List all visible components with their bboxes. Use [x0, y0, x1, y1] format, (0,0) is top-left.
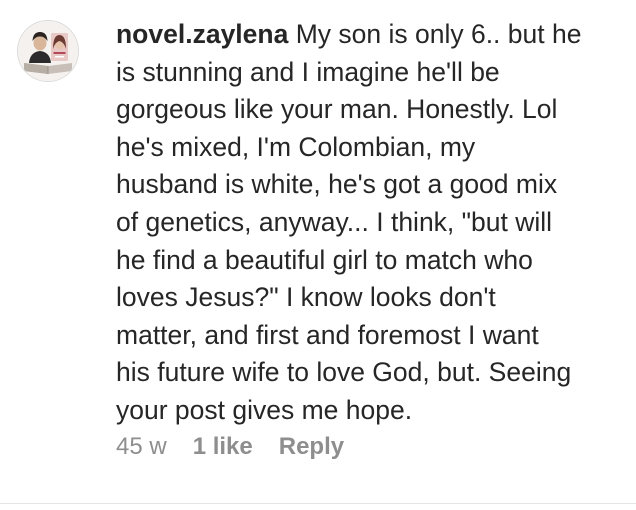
comment-line: is stunning and I imagine he'll be — [116, 56, 500, 87]
reply-button[interactable]: Reply — [279, 433, 344, 461]
profile-photo-couple-icon — [18, 21, 78, 81]
likes-count[interactable]: 1 like — [193, 433, 253, 461]
comment-body: novel.zaylena My son is only 6.. but he i… — [116, 16, 631, 430]
comment-line: your post gives me hope. — [116, 394, 413, 425]
username-link[interactable]: novel.zaylena — [116, 19, 288, 49]
comment-item: novel.zaylena My son is only 6.. but he i… — [0, 0, 636, 504]
comment-line: he find a beautiful girl to match who — [116, 244, 533, 275]
comment-line: My son is only 6.. but he — [295, 19, 582, 49]
comment-line: he's mixed, I'm Colombian, my — [116, 131, 476, 162]
divider — [0, 503, 636, 504]
avatar[interactable] — [17, 20, 79, 82]
comment-text: novel.zaylena My son is only 6.. but he i… — [116, 16, 631, 430]
comment-line: loves Jesus?" I know looks don't — [116, 282, 496, 313]
comment-line: husband is white, he's got a good mix — [116, 169, 558, 200]
comment-meta: 45 w 1 like Reply — [116, 430, 344, 464]
comment-line: of genetics, anyway... I think, "but wil… — [116, 206, 553, 237]
timestamp[interactable]: 45 w — [116, 433, 167, 461]
comment-line: matter, and first and foremost I want — [116, 319, 539, 350]
comment-line: his future wife to love God, but. Seeing — [116, 357, 572, 388]
comment-line: gorgeous like your man. Honestly. Lol — [116, 94, 558, 125]
